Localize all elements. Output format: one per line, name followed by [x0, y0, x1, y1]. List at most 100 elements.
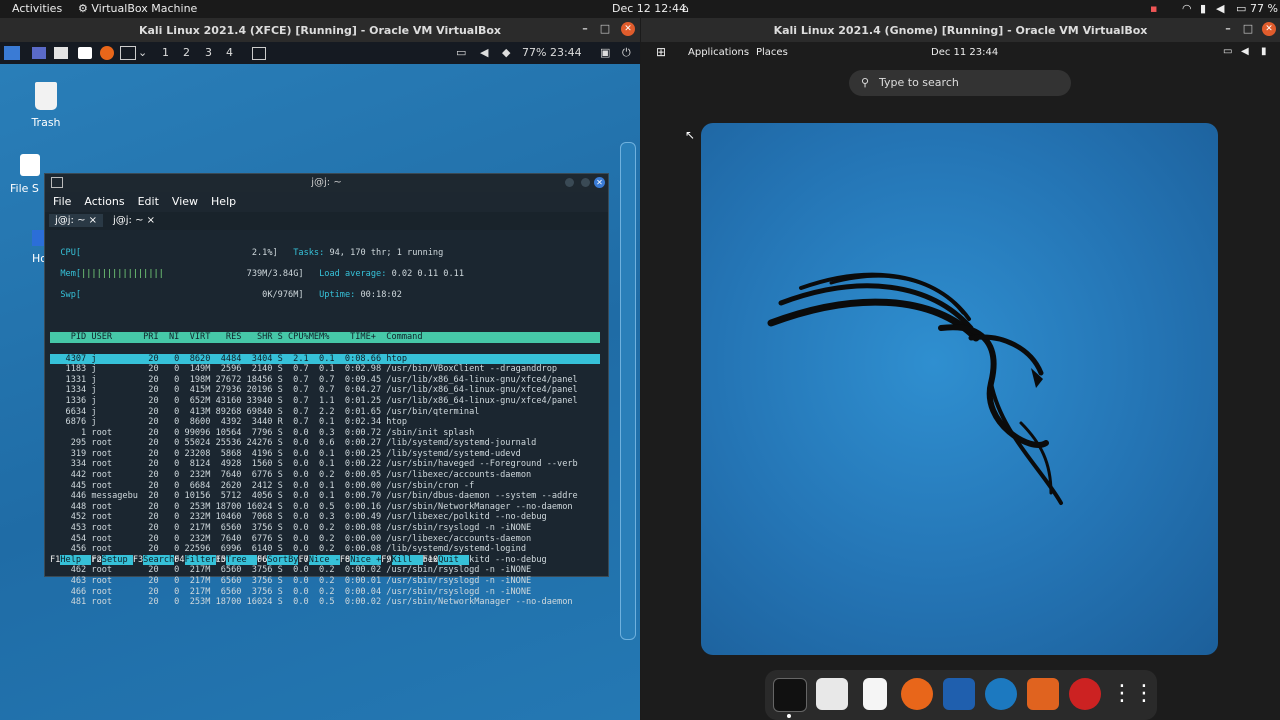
maximize-button[interactable] — [581, 178, 590, 187]
places-menu[interactable]: Places — [756, 47, 788, 58]
process-row[interactable]: 1183 j 20 0 149M 2596 2140 S 0.7 0.1 0:0… — [50, 364, 600, 375]
close-icon[interactable]: × — [147, 215, 155, 226]
menu-help[interactable]: Help — [211, 195, 236, 208]
workspace-2[interactable]: 2 — [183, 46, 190, 59]
kali-menu-icon[interactable] — [4, 46, 20, 60]
fkey-label[interactable]: Nice + — [350, 555, 382, 565]
terminal-tab-1[interactable]: j@j: ~ × — [49, 214, 104, 227]
gnome-clock[interactable]: Dec 11 23:44 — [931, 47, 998, 58]
workspace-1[interactable]: 1 — [162, 46, 169, 59]
process-row[interactable]: 6876 j 20 0 8600 4392 3440 R 0.7 0.1 0:0… — [50, 417, 600, 428]
lock-icon[interactable]: ▣ — [600, 46, 610, 59]
process-row[interactable]: 462 root 20 0 217M 6560 3756 S 0.0 0.2 0… — [50, 565, 600, 576]
process-row[interactable]: 295 root 20 0 55024 25536 24276 S 0.0 0.… — [50, 438, 600, 449]
fkey-label[interactable]: Setup — [101, 555, 133, 565]
menu-view[interactable]: View — [172, 195, 198, 208]
search-input[interactable]: ⚲ Type to search — [849, 70, 1071, 96]
cherrytree-icon[interactable] — [1069, 678, 1101, 710]
activities-button[interactable]: Activities — [12, 2, 62, 15]
volume-icon[interactable]: ◀ — [480, 46, 488, 59]
menu-actions[interactable]: Actions — [84, 195, 124, 208]
gnome-vm-screen[interactable]: ⊞ Applications Places Dec 11 23:44 ▭ ◀ ▮… — [641, 42, 1280, 720]
show-desktop-icon[interactable] — [32, 47, 46, 59]
close-button[interactable]: ✕ — [1262, 22, 1276, 36]
show-apps-icon[interactable]: ⋮⋮ — [1111, 678, 1155, 710]
text-editor-icon[interactable] — [78, 47, 92, 59]
burpsuite-icon[interactable] — [1027, 678, 1059, 710]
process-row[interactable]: 1331 j 20 0 198M 27672 18456 S 0.7 0.7 0… — [50, 375, 600, 386]
close-icon[interactable]: × — [89, 215, 97, 226]
network-icon[interactable]: ▭ — [1223, 46, 1232, 57]
minimize-button[interactable] — [565, 178, 574, 187]
workspace-3[interactable]: 3 — [205, 46, 212, 59]
terminal-icon[interactable] — [120, 46, 136, 60]
fkey-label[interactable]: Search — [143, 555, 175, 565]
fkey-label[interactable]: Nice - — [308, 555, 340, 565]
fkey-label[interactable]: Help — [60, 555, 92, 565]
desktop-icon-trash[interactable]: Trash — [11, 82, 81, 129]
app-menu[interactable]: ⚙ VirtualBox Machine — [78, 2, 197, 15]
terminal-window[interactable]: j@j: ~ ✕ File Actions Edit View Help j@j: ~ … — [44, 173, 609, 607]
process-table[interactable]: 4307 j 20 0 8620 4484 3404 S 2.1 0.1 0:0… — [50, 353, 600, 608]
workspace-4[interactable]: 4 — [226, 46, 233, 59]
firefox-icon[interactable] — [901, 678, 933, 710]
fkey-label[interactable]: SortBy — [267, 555, 299, 565]
minimize-button[interactable]: – — [1221, 22, 1235, 36]
xfce-vm-screen[interactable]: ⌄ 1 2 3 4 ▭ ◀ ◆ 77% 23:44 ▣ ⏻ Trash File… — [0, 42, 640, 720]
menu-edit[interactable]: Edit — [138, 195, 159, 208]
process-row[interactable]: 6634 j 20 0 413M 89268 69840 S 0.7 2.2 0… — [50, 407, 600, 418]
process-row[interactable]: 1334 j 20 0 415M 27936 20196 S 0.7 0.7 0… — [50, 385, 600, 396]
process-row[interactable]: 445 root 20 0 6684 2620 2412 S 0.0 0.1 0… — [50, 481, 600, 492]
firefox-icon[interactable] — [100, 46, 114, 60]
process-row[interactable]: 1336 j 20 0 652M 43160 33940 S 0.7 1.1 0… — [50, 396, 600, 407]
power-icon[interactable]: ▮ — [1261, 46, 1267, 57]
process-row[interactable]: 452 root 20 0 232M 10460 7068 S 0.0 0.3 … — [50, 512, 600, 523]
process-row[interactable]: 442 root 20 0 232M 7640 6776 S 0.0 0.2 0… — [50, 470, 600, 481]
desktop-icon-home[interactable]: Ho — [22, 230, 50, 265]
host-clock[interactable]: Dec 12 12:44 — [612, 2, 686, 15]
process-row[interactable]: 4307 j 20 0 8620 4484 3404 S 2.1 0.1 0:0… — [50, 353, 600, 365]
maximize-button[interactable]: □ — [598, 22, 612, 36]
process-row[interactable]: 453 root 20 0 217M 6560 3756 S 0.0 0.2 0… — [50, 523, 600, 534]
close-button[interactable]: ✕ — [594, 177, 605, 188]
terminal-icon[interactable] — [773, 678, 807, 712]
power-icon[interactable]: ⏻ — [622, 46, 631, 60]
process-row[interactable]: 319 root 20 0 23208 5868 4196 S 0.0 0.1 … — [50, 449, 600, 460]
process-row[interactable]: 334 root 20 0 8124 4928 1560 S 0.0 0.1 0… — [50, 459, 600, 470]
process-table-header[interactable]: PID USER PRI NI VIRT RES SHR S CPU%MEM% … — [50, 332, 600, 343]
files-icon[interactable] — [54, 47, 68, 59]
close-button[interactable]: ✕ — [621, 22, 635, 36]
terminal-titlebar[interactable]: j@j: ~ ✕ — [45, 174, 608, 192]
battery-clock[interactable]: 77% 23:44 — [522, 46, 582, 59]
process-row[interactable]: 448 root 20 0 253M 18700 16024 S 0.0 0.5… — [50, 502, 600, 513]
maximize-button[interactable]: □ — [1241, 22, 1255, 36]
fkey-label[interactable]: Kill — [391, 555, 423, 565]
fkey-label[interactable]: Quit — [438, 555, 470, 565]
screen-icon[interactable]: ▭ — [456, 46, 466, 59]
applications-menu[interactable]: Applications — [688, 47, 749, 58]
workspace-thumbnail[interactable] — [701, 123, 1218, 655]
volume-icon[interactable]: ◀ — [1241, 46, 1249, 57]
chevron-down-icon[interactable]: ⌄ — [138, 46, 147, 59]
menu-file[interactable]: File — [53, 195, 71, 208]
activities-grid-icon[interactable]: ⊞ — [656, 45, 666, 59]
process-row[interactable]: 481 root 20 0 253M 18700 16024 S 0.0 0.5… — [50, 597, 600, 608]
text-editor-icon[interactable] — [863, 678, 887, 710]
minimize-button[interactable]: – — [578, 22, 592, 36]
fkey-label[interactable]: Filter — [184, 555, 216, 565]
process-row[interactable]: 1 root 20 0 99096 10564 7796 S 0.0 0.3 0… — [50, 428, 600, 439]
metasploit-icon[interactable] — [943, 678, 975, 710]
battery-percent[interactable]: 77 % — [1250, 2, 1278, 15]
process-row[interactable]: 456 root 20 0 22596 6996 6140 S 0.0 0.2 … — [50, 544, 600, 555]
terminal-tab-2[interactable]: j@j: ~ × — [107, 214, 161, 227]
bell-icon[interactable]: ◆ — [502, 46, 510, 59]
fkey-label[interactable]: Tree — [225, 555, 258, 565]
left-vm-titlebar[interactable]: Kali Linux 2021.4 (XFCE) [Running] - Ora… — [0, 18, 640, 42]
process-row[interactable]: 454 root 20 0 232M 7640 6776 S 0.0 0.2 0… — [50, 534, 600, 545]
right-vm-titlebar[interactable]: Kali Linux 2021.4 (Gnome) [Running] - Or… — [641, 18, 1280, 42]
process-row[interactable]: 466 root 20 0 217M 6560 3756 S 0.0 0.2 0… — [50, 587, 600, 598]
process-row[interactable]: 446 messagebu 20 0 10156 5712 4056 S 0.0… — [50, 491, 600, 502]
files-icon[interactable] — [816, 678, 848, 710]
wireshark-icon[interactable] — [985, 678, 1017, 710]
process-row[interactable]: 463 root 20 0 217M 6560 3756 S 0.0 0.2 0… — [50, 576, 600, 587]
